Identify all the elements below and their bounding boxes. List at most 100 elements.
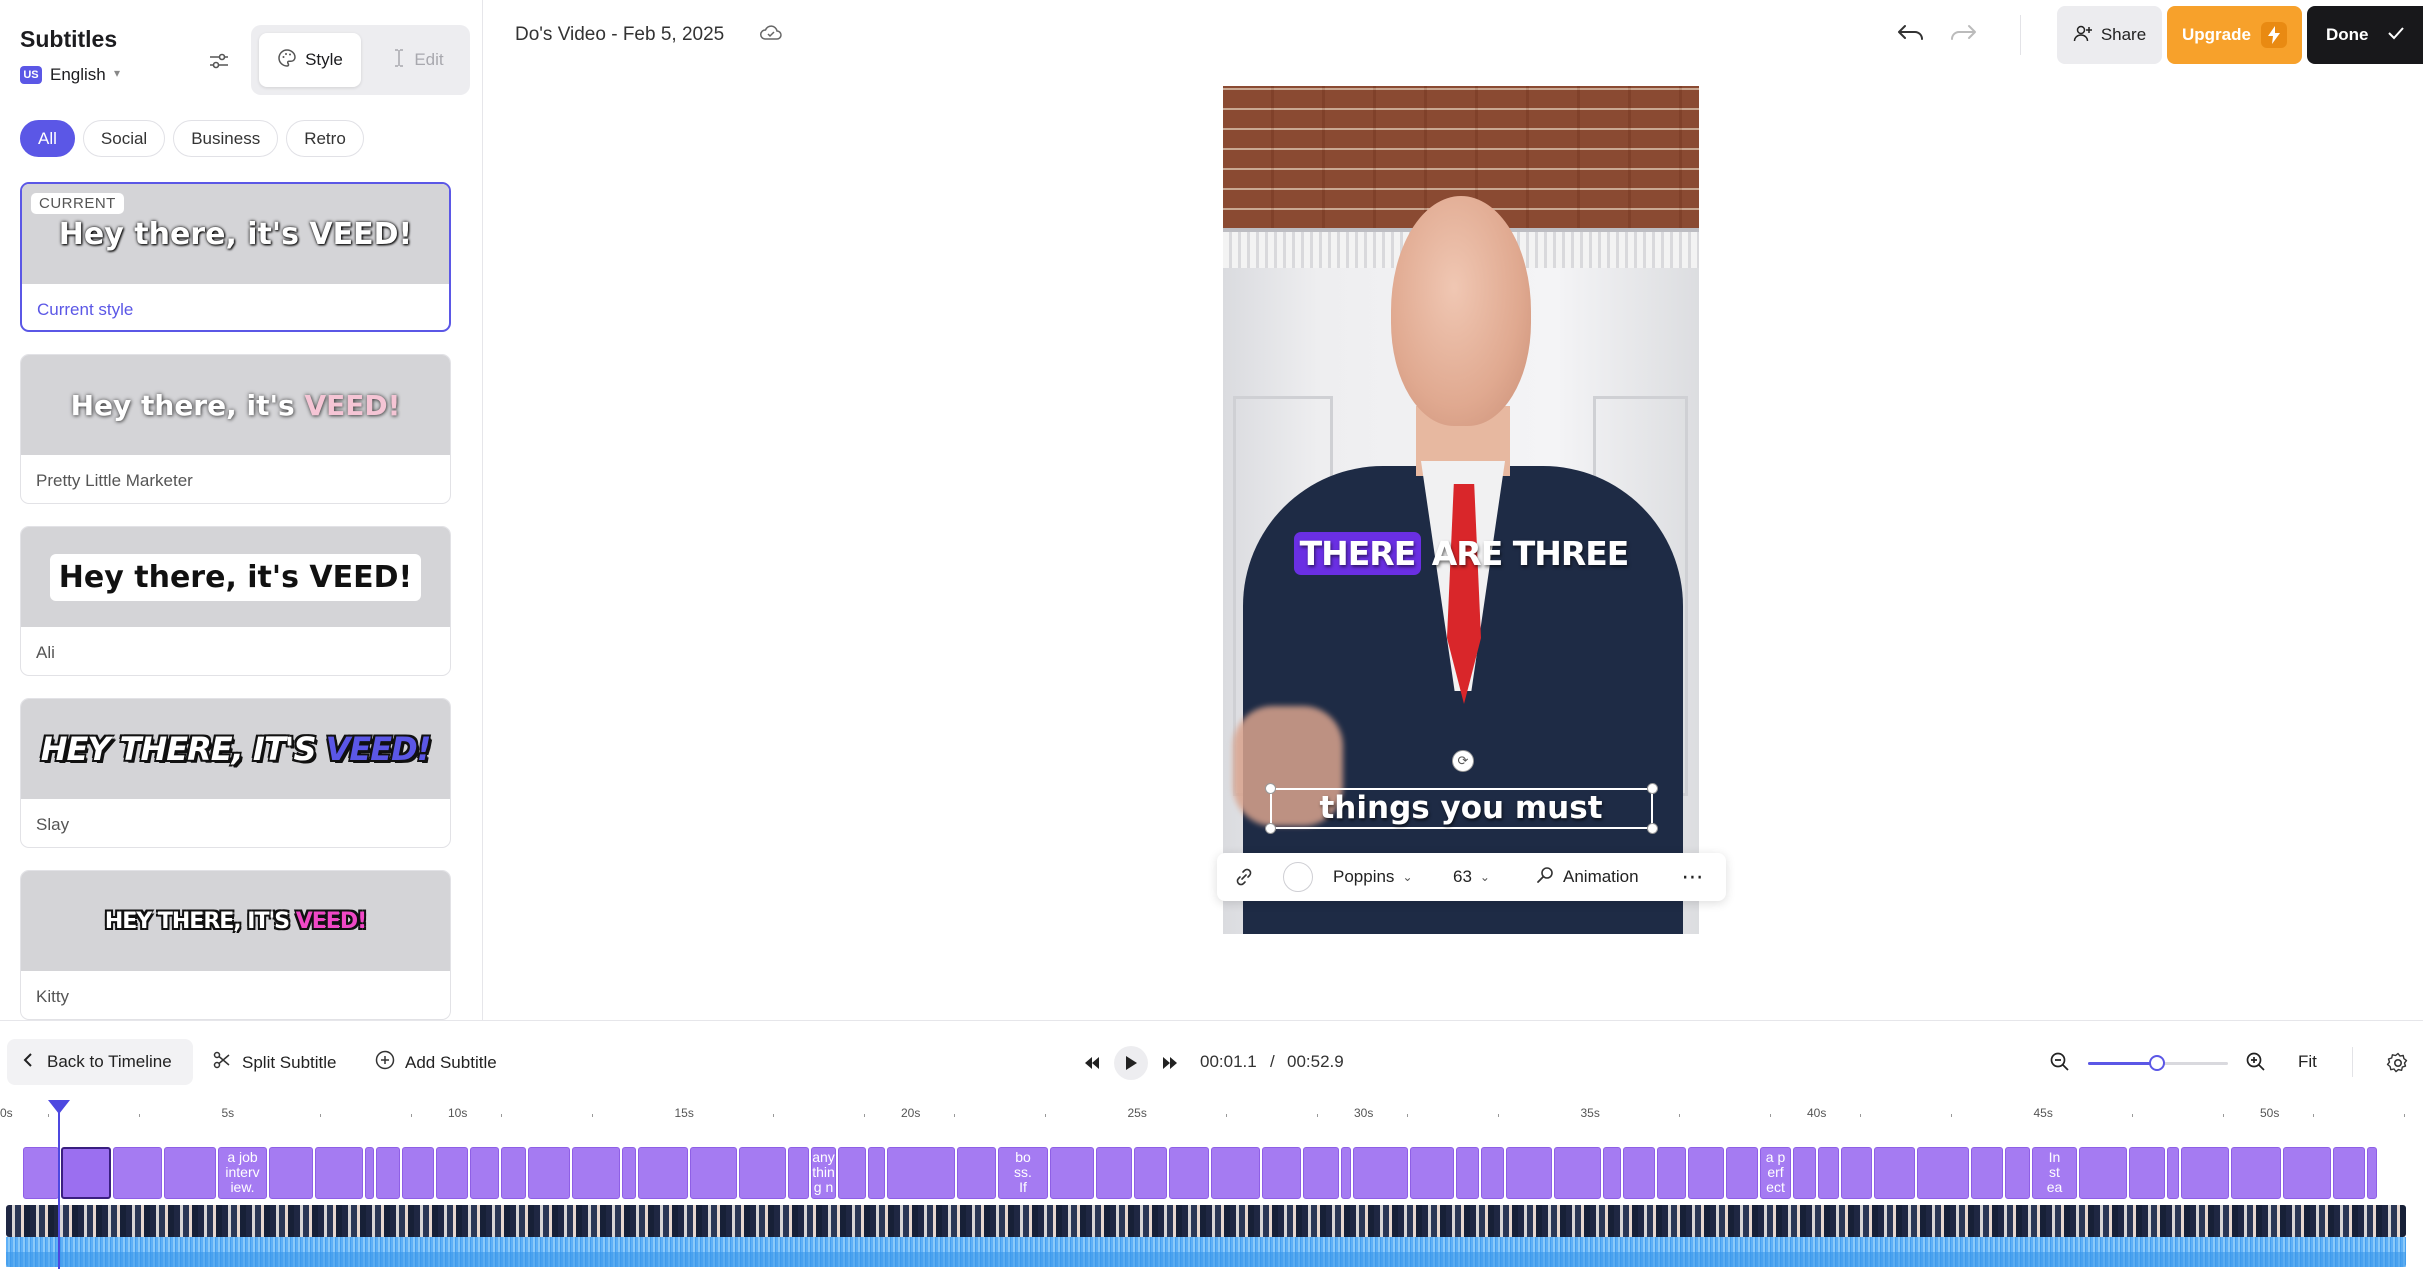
subtitle-segment[interactable] (1169, 1147, 1209, 1199)
subtitle-segment[interactable] (1262, 1147, 1301, 1199)
sliders-icon[interactable] (207, 50, 231, 72)
subtitle-segment[interactable] (470, 1147, 499, 1199)
upgrade-button[interactable]: Upgrade (2167, 6, 2302, 64)
resize-handle[interactable] (1647, 823, 1658, 834)
style-card-kitty[interactable]: HEY THERE, IT'S VEED! Kitty (20, 870, 451, 1020)
video-thumbnail-strip[interactable] (6, 1205, 2406, 1237)
subtitle-segment[interactable] (887, 1147, 955, 1199)
timeline-ruler[interactable]: 0s 5s 10s 15s 20s 25s 30s 35s 40s 45s 50s (0, 1100, 2423, 1130)
subtitle-segment[interactable] (2231, 1147, 2281, 1199)
subtitle-segment[interactable] (690, 1147, 737, 1199)
subtitle-segment[interactable] (1874, 1147, 1915, 1199)
subtitle-segment[interactable] (1303, 1147, 1339, 1199)
subtitle-segment[interactable] (315, 1147, 363, 1199)
subtitle-segment[interactable] (1096, 1147, 1132, 1199)
subtitle-segment[interactable] (376, 1147, 400, 1199)
subtitle-segment[interactable] (2005, 1147, 2030, 1199)
subtitle-segment[interactable] (365, 1147, 374, 1199)
subtitle-segment[interactable] (1917, 1147, 1969, 1199)
subtitle-segment[interactable] (2333, 1147, 2365, 1199)
subtitle-segment[interactable] (1726, 1147, 1758, 1199)
undo-icon[interactable] (1896, 22, 1926, 44)
more-options-icon[interactable]: ⋯ (1673, 864, 1713, 890)
subtitle-segment[interactable] (2181, 1147, 2229, 1199)
subtitle-segment[interactable] (1456, 1147, 1479, 1199)
subtitle-segment[interactable] (113, 1147, 162, 1199)
subtitle-segment[interactable] (1353, 1147, 1408, 1199)
resize-handle[interactable] (1265, 783, 1276, 794)
subtitle-segment[interactable] (1050, 1147, 1094, 1199)
filter-business[interactable]: Business (173, 120, 279, 157)
subtitle-segment[interactable] (572, 1147, 620, 1199)
rewind-icon[interactable] (1075, 1046, 1109, 1080)
subtitle-segment[interactable]: a job interv iew. (218, 1147, 267, 1199)
subtitle-segment[interactable] (868, 1147, 885, 1199)
video-preview[interactable]: THERE ARE THREE things you must ⟳ (1223, 86, 1699, 934)
chevron-down-icon[interactable]: ▾ (114, 66, 120, 80)
tab-edit[interactable]: Edit (373, 33, 463, 87)
subtitle-segment[interactable] (2079, 1147, 2127, 1199)
zoom-out-icon[interactable] (2049, 1051, 2071, 1078)
subtitle-segment[interactable]: a p erf ect (1760, 1147, 1791, 1199)
subtitle-segment[interactable] (528, 1147, 570, 1199)
filter-all[interactable]: All (20, 120, 75, 157)
project-title[interactable]: Do's Video - Feb 5, 2025 (515, 24, 724, 46)
zoom-fit-button[interactable]: Fit (2298, 1052, 2317, 1072)
language-select[interactable]: English (50, 65, 106, 85)
subtitle-segment[interactable] (1410, 1147, 1454, 1199)
style-card-pretty-little-marketer[interactable]: Hey there, it's VEED! Pretty Little Mark… (20, 354, 451, 504)
subtitle-segment[interactable]: bo ss. If (998, 1147, 1048, 1199)
caption-line-2[interactable]: things you must (1223, 790, 1699, 826)
style-card-current[interactable]: Hey there, it's VEED! CURRENT Current st… (20, 182, 451, 332)
font-size-select[interactable]: 63 ⌄ (1453, 867, 1535, 887)
subtitle-segment[interactable] (957, 1147, 996, 1199)
subtitle-segment[interactable] (61, 1147, 111, 1199)
subtitle-segment[interactable] (1603, 1147, 1621, 1199)
subtitle-segment[interactable] (638, 1147, 688, 1199)
subtitle-segment[interactable] (2367, 1147, 2377, 1199)
redo-icon[interactable] (1948, 22, 1978, 44)
resize-handle[interactable] (1265, 823, 1276, 834)
subtitle-segment[interactable] (269, 1147, 313, 1199)
subtitle-segment[interactable] (1341, 1147, 1351, 1199)
subtitle-segment[interactable]: any thin g n (811, 1147, 836, 1199)
share-button[interactable]: Share (2057, 6, 2162, 64)
style-card-ali[interactable]: Hey there, it's VEED! Ali (20, 526, 451, 676)
subtitle-segment[interactable] (1688, 1147, 1724, 1199)
subtitle-segment[interactable] (838, 1147, 866, 1199)
subtitle-segment[interactable] (2283, 1147, 2331, 1199)
style-card-slay[interactable]: HEY THERE, IT'S VEED! Slay (20, 698, 451, 848)
caption-line-1[interactable]: THERE ARE THREE (1223, 532, 1699, 575)
subtitle-segment[interactable] (2167, 1147, 2179, 1199)
done-button[interactable]: Done (2307, 6, 2423, 64)
filter-retro[interactable]: Retro (286, 120, 364, 157)
subtitle-segment[interactable] (164, 1147, 216, 1199)
subtitle-segment[interactable] (1971, 1147, 2003, 1199)
font-select[interactable]: Poppins ⌄ (1333, 867, 1453, 887)
color-picker-swatch[interactable] (1283, 862, 1313, 892)
subtitle-segment[interactable]: In st ea (2032, 1147, 2077, 1199)
subtitle-segment[interactable] (788, 1147, 809, 1199)
playhead-handle[interactable] (48, 1100, 70, 1114)
link-icon[interactable] (1217, 867, 1271, 887)
gear-icon[interactable] (2386, 1051, 2410, 1075)
subtitle-segment[interactable] (1134, 1147, 1167, 1199)
rotate-icon[interactable]: ⟳ (1452, 750, 1474, 772)
subtitle-segment[interactable] (501, 1147, 526, 1199)
tab-style[interactable]: Style (259, 33, 361, 87)
filter-social[interactable]: Social (82, 120, 166, 157)
zoom-slider-handle[interactable] (2149, 1055, 2165, 1071)
subtitle-segment[interactable] (23, 1147, 59, 1199)
subtitle-segment[interactable] (1657, 1147, 1686, 1199)
subtitle-segment[interactable] (402, 1147, 434, 1199)
play-icon[interactable] (1114, 1046, 1148, 1080)
subtitle-track[interactable]: a job interv iew. any thin g n bo ss. If a … (23, 1147, 2381, 1200)
animation-button[interactable]: Animation (1535, 865, 1673, 890)
subtitle-segment[interactable] (1623, 1147, 1655, 1199)
subtitle-segment[interactable] (1211, 1147, 1260, 1199)
subtitle-segment[interactable] (1554, 1147, 1601, 1199)
subtitle-segment[interactable] (1841, 1147, 1872, 1199)
subtitle-segment[interactable] (1793, 1147, 1816, 1199)
playhead[interactable] (58, 1104, 60, 1269)
subtitle-segment[interactable] (739, 1147, 786, 1199)
